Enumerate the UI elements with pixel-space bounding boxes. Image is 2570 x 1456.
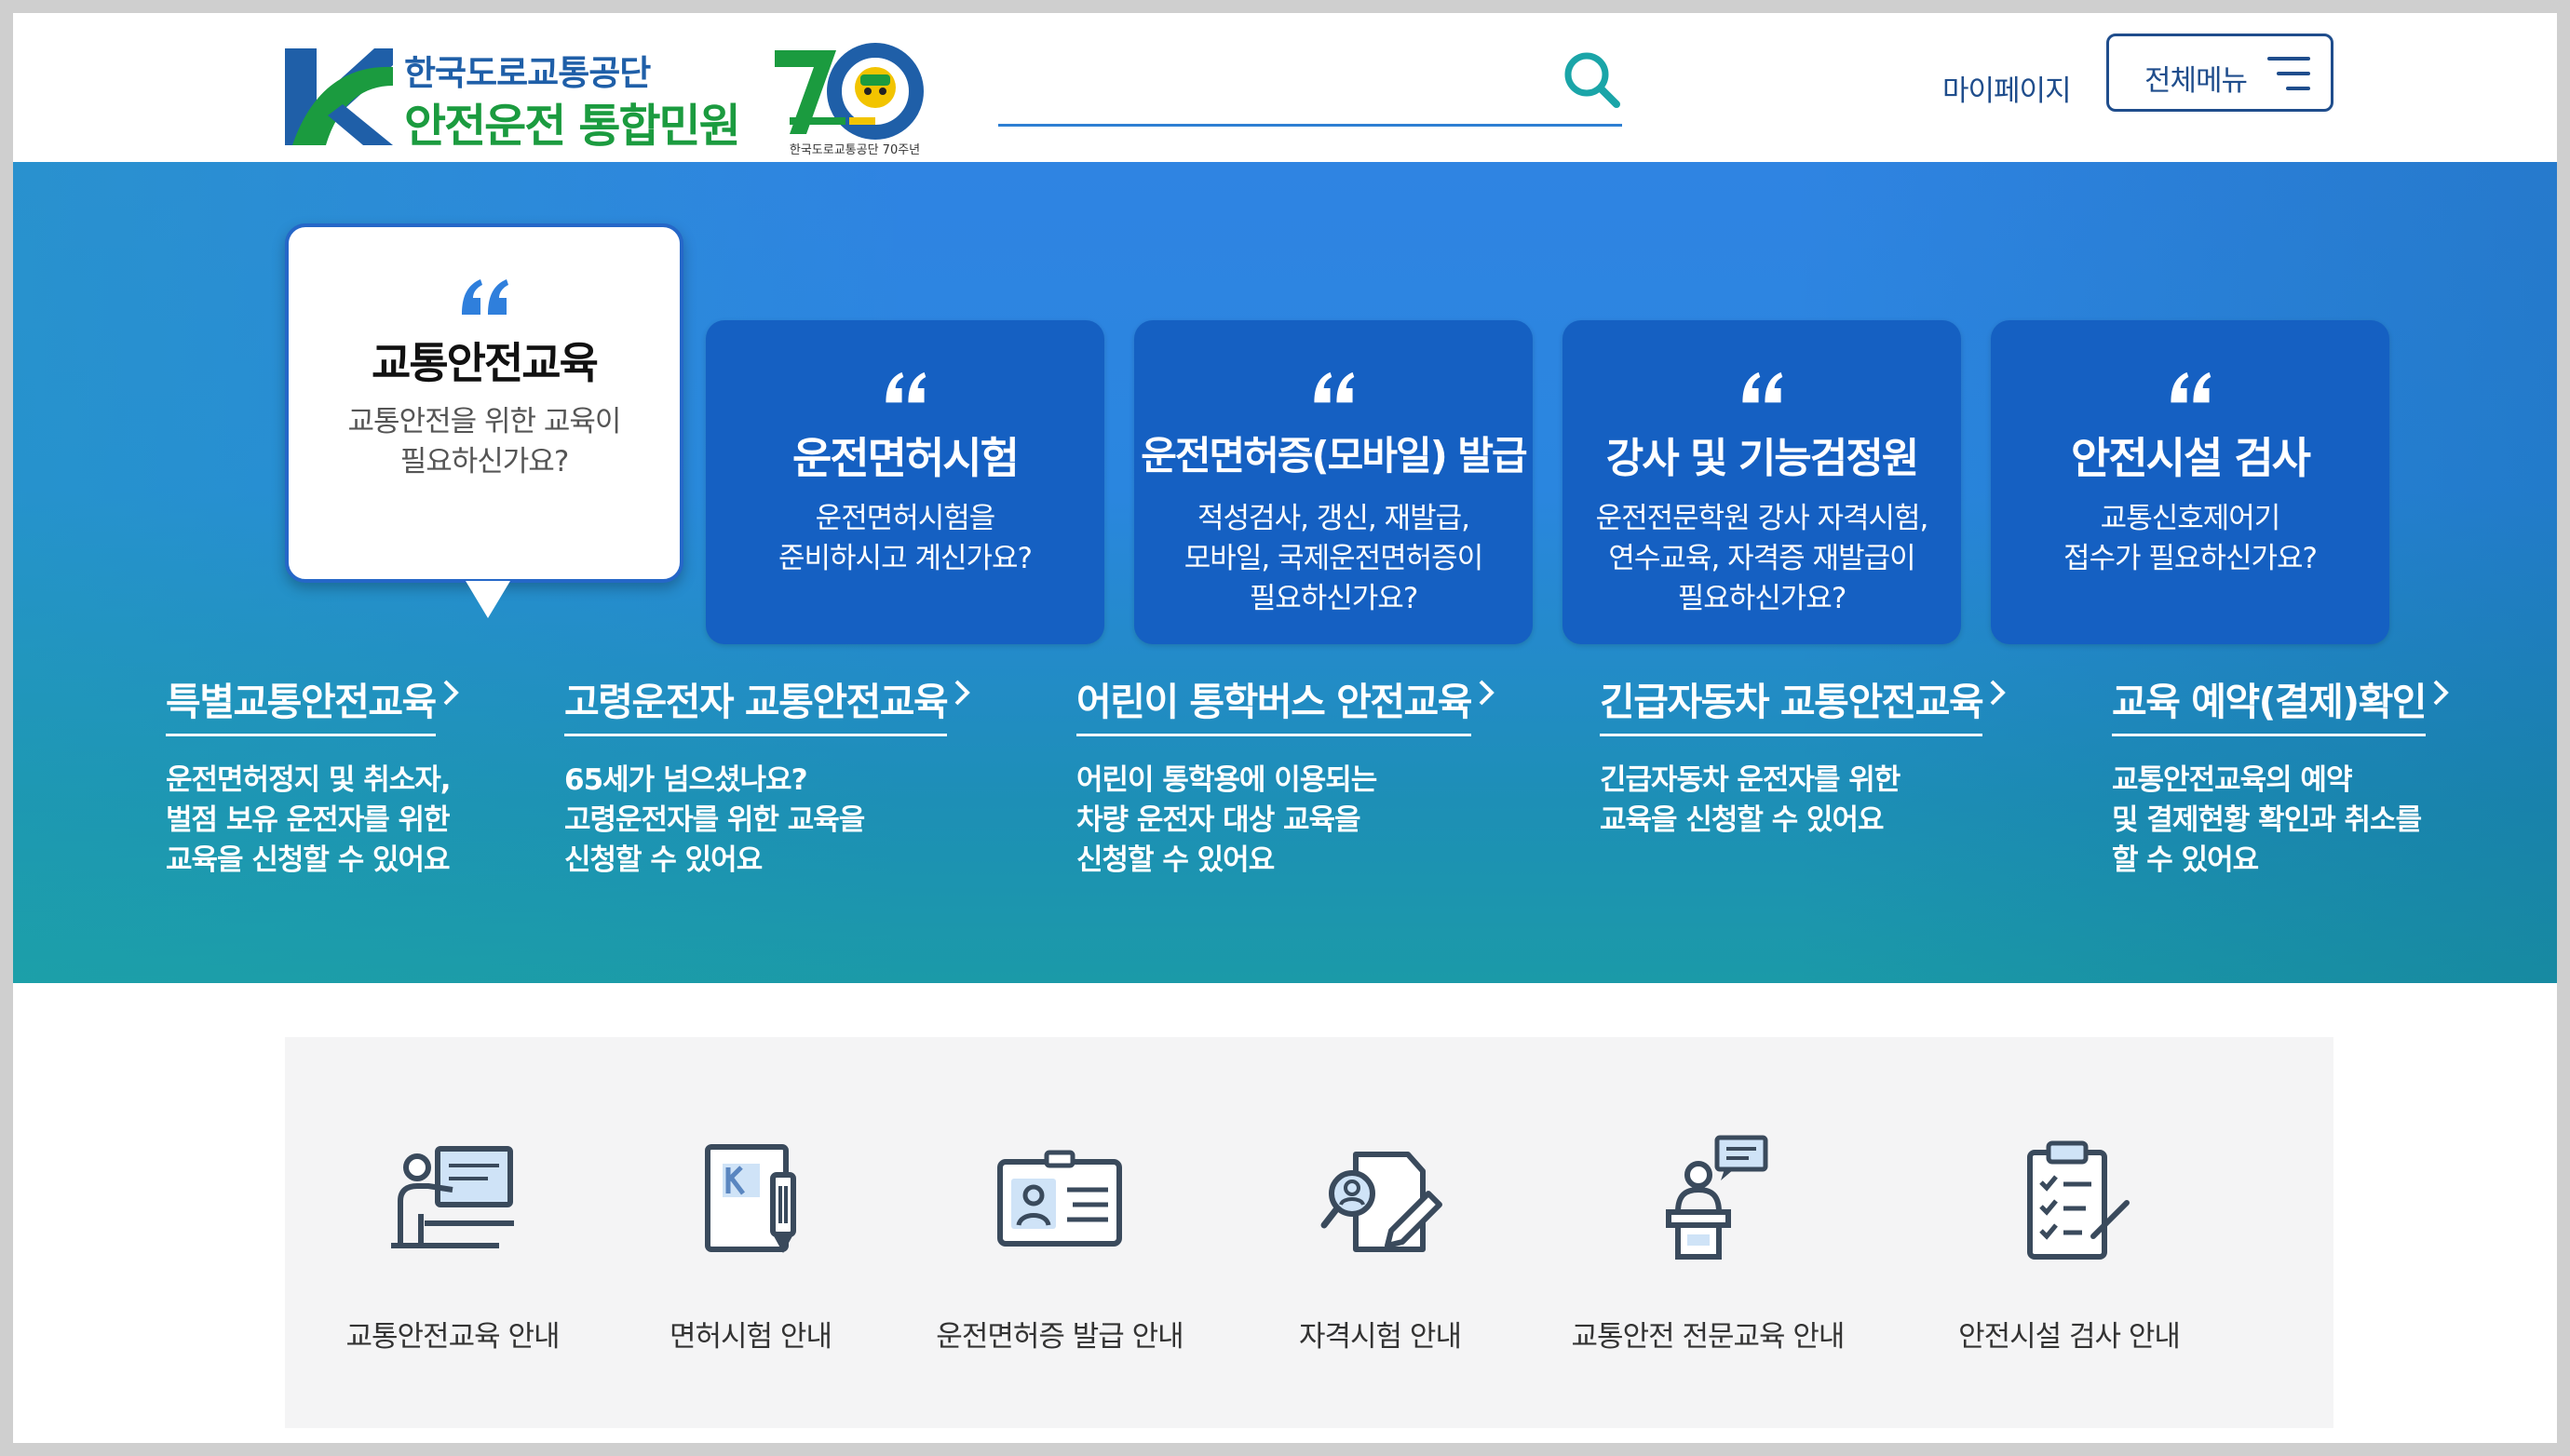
link-desc-line: 및 결제현황 확인과 취소를 xyxy=(2112,803,2422,837)
link-description: 65세가 넘으셨나요? 고령운전자를 위한 교육을 신청할 수 있어요 xyxy=(564,761,971,881)
search-button[interactable] xyxy=(1561,48,1622,110)
link-title: 고령운전자 교통안전교육 xyxy=(564,670,949,736)
link-description: 운전면허정지 및 취소자, 벌점 보유 운전자를 위한 교육을 신청할 수 있어… xyxy=(166,761,460,881)
site-logo[interactable]: 한국도로교통공단 안전운전 통합민원 한국도로교통공단 70주년 xyxy=(285,34,946,157)
link-description: 교통안전교육의 예약 및 결제현황 확인과 취소를 할 수 있어요 xyxy=(2112,761,2450,881)
link-education-reservation-check[interactable]: 교육 예약(결제)확인 교통안전교육의 예약 및 결제현황 확인과 취소를 할 … xyxy=(2112,670,2450,881)
education-links: 특별교통안전교육 운전면허정지 및 취소자, 벌점 보유 운전자를 위한 교육을… xyxy=(13,162,2557,983)
exam-document-icon xyxy=(705,1144,796,1253)
link-desc-line: 운전면허정지 및 취소자, xyxy=(166,763,452,797)
mypage-link[interactable]: 마이페이지 xyxy=(1942,67,2072,109)
lecture-icon xyxy=(391,1146,514,1248)
link-desc-line: 어린이 통학용에 이용되는 xyxy=(1076,763,1377,797)
quick-item-professional-education-guide[interactable]: 교통안전 전문교육 안내 xyxy=(1540,1134,1875,1376)
page-frame: 한국도로교통공단 안전운전 통합민원 한국도로교통공단 70주년 마이페이지 전… xyxy=(13,13,2557,1443)
quick-item-label: 안전시설 검사 안내 xyxy=(1958,1320,2181,1354)
link-desc-line: 차량 운전자 대상 교육을 xyxy=(1076,803,1361,837)
link-description: 어린이 통학용에 이용되는 차량 운전자 대상 교육을 신청할 수 있어요 xyxy=(1076,761,1495,881)
link-special-traffic-education[interactable]: 특별교통안전교육 운전면허정지 및 취소자, 벌점 보유 운전자를 위한 교육을… xyxy=(166,670,460,881)
site-header: 한국도로교통공단 안전운전 통합민원 한국도로교통공단 70주년 마이페이지 전… xyxy=(13,13,2557,162)
link-title: 어린이 통학버스 안전교육 xyxy=(1076,670,1472,736)
quick-item-label: 교통안전교육 안내 xyxy=(345,1320,560,1354)
hamburger-icon xyxy=(2267,57,2310,90)
link-desc-line: 신청할 수 있어요 xyxy=(1076,843,1275,877)
all-menu-label: 전체메뉴 xyxy=(2144,64,2248,98)
link-desc-line: 고령운전자를 위한 교육을 xyxy=(564,803,865,837)
id-card-icon xyxy=(997,1150,1122,1247)
link-title: 교육 예약(결제)확인 xyxy=(2112,670,2428,736)
quick-item-label: 자격시험 안내 xyxy=(1299,1320,1462,1354)
quick-item-label: 운전면허증 발급 안내 xyxy=(936,1320,1184,1354)
chevron-right-icon xyxy=(1990,680,2007,706)
anniversary-emblem: 한국도로교통공단 70주년 xyxy=(771,43,939,164)
link-desc-line: 교통안전교육의 예약 xyxy=(2112,763,2352,797)
quick-item-traffic-education-guide[interactable]: 교통안전교육 안내 xyxy=(285,1134,620,1376)
link-senior-driver-education[interactable]: 고령운전자 교통안전교육 65세가 넘으셨나요? 고령운전자를 위한 교육을 신… xyxy=(564,670,971,881)
link-title: 긴급자동차 교통안전교육 xyxy=(1600,670,1984,736)
quick-item-label: 면허시험 안내 xyxy=(670,1320,832,1354)
search-bar xyxy=(998,37,1622,127)
chevron-right-icon xyxy=(1479,680,1495,706)
koroad-logo-icon xyxy=(285,48,393,145)
anniversary-caption: 한국도로교통공단 70주년 xyxy=(789,143,921,157)
search-input[interactable] xyxy=(998,52,1538,112)
podium-speaker-icon xyxy=(1666,1135,1768,1260)
site-name: 안전운전 통합민원 xyxy=(404,100,741,153)
hero-section: 교통안전교육 교통안전을 위한 교육이 필요하신가요? 운전면허시험 운전면허시… xyxy=(13,162,2557,983)
link-emergency-vehicle-education[interactable]: 긴급자동차 교통안전교육 긴급자동차 운전자를 위한 교육을 신청할 수 있어요 xyxy=(1600,670,2007,841)
link-school-bus-education[interactable]: 어린이 통학버스 안전교육 어린이 통학용에 이용되는 차량 운전자 대상 교육… xyxy=(1076,670,1495,881)
link-desc-line: 교육을 신청할 수 있어요 xyxy=(1600,803,1885,837)
link-description: 긴급자동차 운전자를 위한 교육을 신청할 수 있어요 xyxy=(1600,761,2007,841)
link-desc-line: 신청할 수 있어요 xyxy=(564,843,763,877)
chevron-right-icon xyxy=(443,680,459,706)
link-desc-line: 65세가 넘으셨나요? xyxy=(564,763,808,797)
qualification-icon xyxy=(1320,1152,1442,1252)
org-name: 한국도로교통공단 xyxy=(404,53,651,93)
seventy-emblem-icon xyxy=(775,43,924,140)
chevron-right-icon xyxy=(954,680,971,706)
link-desc-line: 할 수 있어요 xyxy=(2112,843,2259,877)
checklist-clipboard-icon xyxy=(2027,1140,2130,1260)
search-icon xyxy=(1564,52,1620,108)
link-title: 특별교통안전교육 xyxy=(166,670,437,736)
quick-item-license-test-guide[interactable]: 면허시험 안내 xyxy=(583,1134,918,1376)
quick-item-safety-facility-guide[interactable]: 안전시설 검사 안내 xyxy=(1901,1134,2237,1376)
link-desc-line: 교육을 신청할 수 있어요 xyxy=(166,843,451,877)
chevron-right-icon xyxy=(2433,680,2449,706)
all-menu-button[interactable]: 전체메뉴 xyxy=(2106,34,2333,112)
link-desc-line: 벌점 보유 운전자를 위한 xyxy=(166,803,451,837)
link-desc-line: 긴급자동차 운전자를 위한 xyxy=(1600,763,1900,797)
quick-guide-menu: 교통안전교육 안내 면허시험 안내 운전면허증 발급 안내 자격시험 안내 교통… xyxy=(285,1037,2333,1428)
quick-item-license-issuance-guide[interactable]: 운전면허증 발급 안내 xyxy=(892,1134,1227,1376)
quick-item-label: 교통안전 전문교육 안내 xyxy=(1571,1320,1846,1354)
quick-item-qualification-test-guide[interactable]: 자격시험 안내 xyxy=(1212,1134,1548,1376)
